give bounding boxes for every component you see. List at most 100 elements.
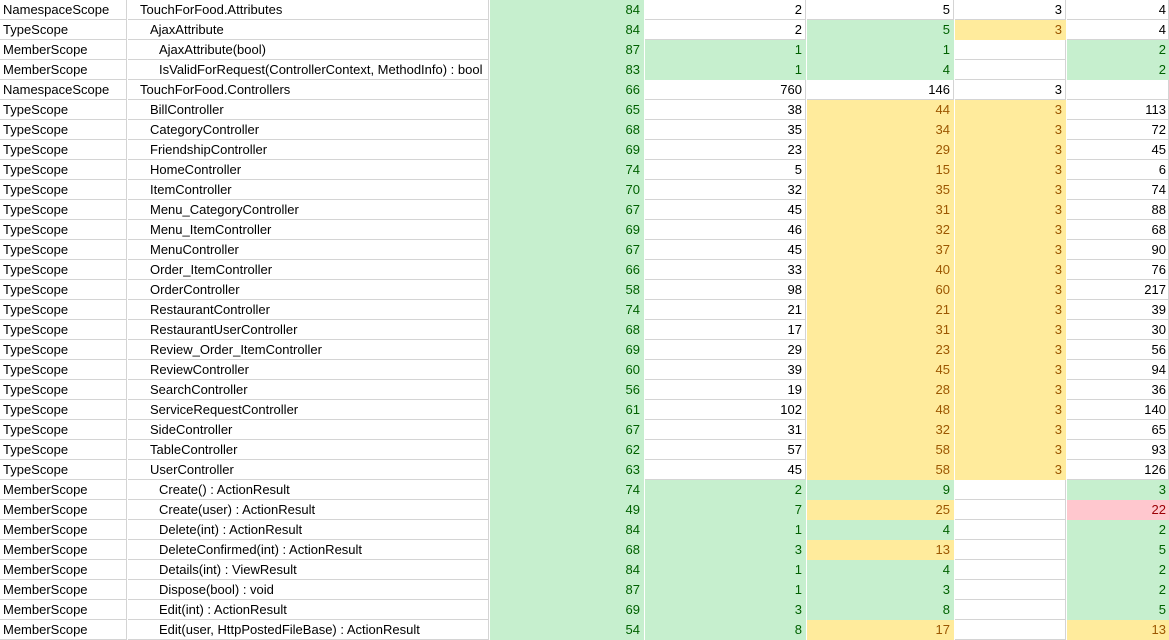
lines-of-code-cell[interactable]: 2	[1067, 60, 1169, 80]
cyclomatic-complexity-cell[interactable]: 29	[645, 340, 806, 360]
scope-cell[interactable]: TypeScope	[0, 240, 127, 260]
member-name-cell[interactable]: Dispose(bool) : void	[128, 580, 489, 600]
scope-cell[interactable]: TypeScope	[0, 400, 127, 420]
maintainability-index-cell[interactable]: 68	[490, 540, 644, 560]
depth-of-inheritance-cell[interactable]: 3	[955, 100, 1066, 120]
scope-cell[interactable]: TypeScope	[0, 140, 127, 160]
scope-cell[interactable]: MemberScope	[0, 600, 127, 620]
lines-of-code-cell[interactable]: 4	[1067, 0, 1169, 20]
cyclomatic-complexity-cell[interactable]: 57	[645, 440, 806, 460]
cyclomatic-complexity-cell[interactable]: 98	[645, 280, 806, 300]
scope-cell[interactable]: TypeScope	[0, 180, 127, 200]
depth-of-inheritance-cell[interactable]: 3	[955, 360, 1066, 380]
depth-of-inheritance-cell[interactable]	[955, 620, 1066, 640]
maintainability-index-cell[interactable]: 67	[490, 420, 644, 440]
lines-of-code-cell[interactable]: 22	[1067, 500, 1169, 520]
maintainability-index-cell[interactable]: 87	[490, 580, 644, 600]
member-name-cell[interactable]: RestaurantController	[128, 300, 489, 320]
member-name-cell[interactable]: MenuController	[128, 240, 489, 260]
cyclomatic-complexity-cell[interactable]: 7	[645, 500, 806, 520]
cyclomatic-complexity-cell[interactable]: 33	[645, 260, 806, 280]
member-name-cell[interactable]: SideController	[128, 420, 489, 440]
scope-cell[interactable]: NamespaceScope	[0, 0, 127, 20]
class-coupling-cell[interactable]: 37	[807, 240, 954, 260]
member-name-cell[interactable]: Review_Order_ItemController	[128, 340, 489, 360]
cyclomatic-complexity-cell[interactable]: 1	[645, 580, 806, 600]
depth-of-inheritance-cell[interactable]: 3	[955, 440, 1066, 460]
cyclomatic-complexity-cell[interactable]: 3	[645, 540, 806, 560]
maintainability-index-cell[interactable]: 49	[490, 500, 644, 520]
cyclomatic-complexity-cell[interactable]: 45	[645, 460, 806, 480]
scope-cell[interactable]: TypeScope	[0, 340, 127, 360]
depth-of-inheritance-cell[interactable]: 3	[955, 400, 1066, 420]
member-name-cell[interactable]: TouchForFood.Controllers	[128, 80, 489, 100]
depth-of-inheritance-cell[interactable]	[955, 560, 1066, 580]
class-coupling-cell[interactable]: 8	[807, 600, 954, 620]
scope-cell[interactable]: TypeScope	[0, 120, 127, 140]
maintainability-index-cell[interactable]: 84	[490, 0, 644, 20]
depth-of-inheritance-cell[interactable]: 3	[955, 340, 1066, 360]
class-coupling-cell[interactable]: 15	[807, 160, 954, 180]
class-coupling-cell[interactable]: 32	[807, 220, 954, 240]
cyclomatic-complexity-cell[interactable]: 1	[645, 520, 806, 540]
class-coupling-cell[interactable]: 35	[807, 180, 954, 200]
cyclomatic-complexity-cell[interactable]: 2	[645, 0, 806, 20]
lines-of-code-cell[interactable]: 88	[1067, 200, 1169, 220]
lines-of-code-cell[interactable]: 5	[1067, 540, 1169, 560]
depth-of-inheritance-cell[interactable]	[955, 600, 1066, 620]
class-coupling-cell[interactable]: 31	[807, 320, 954, 340]
depth-of-inheritance-cell[interactable]: 3	[955, 160, 1066, 180]
lines-of-code-cell[interactable]: 6	[1067, 160, 1169, 180]
cyclomatic-complexity-cell[interactable]: 31	[645, 420, 806, 440]
lines-of-code-cell[interactable]: 90	[1067, 240, 1169, 260]
class-coupling-cell[interactable]: 3	[807, 580, 954, 600]
depth-of-inheritance-cell[interactable]: 3	[955, 80, 1066, 100]
maintainability-index-cell[interactable]: 84	[490, 20, 644, 40]
member-name-cell[interactable]: FriendshipController	[128, 140, 489, 160]
member-name-cell[interactable]: RestaurantUserController	[128, 320, 489, 340]
class-coupling-cell[interactable]: 58	[807, 440, 954, 460]
lines-of-code-cell[interactable]: 13	[1067, 620, 1169, 640]
depth-of-inheritance-cell[interactable]	[955, 540, 1066, 560]
lines-of-code-cell[interactable]: 94	[1067, 360, 1169, 380]
lines-of-code-cell[interactable]: 2	[1067, 580, 1169, 600]
member-name-cell[interactable]: ServiceRequestController	[128, 400, 489, 420]
member-name-cell[interactable]: UserController	[128, 460, 489, 480]
class-coupling-cell[interactable]: 13	[807, 540, 954, 560]
member-name-cell[interactable]: Delete(int) : ActionResult	[128, 520, 489, 540]
class-coupling-cell[interactable]: 32	[807, 420, 954, 440]
maintainability-index-cell[interactable]: 60	[490, 360, 644, 380]
lines-of-code-cell[interactable]: 93	[1067, 440, 1169, 460]
class-coupling-cell[interactable]: 40	[807, 260, 954, 280]
cyclomatic-complexity-cell[interactable]: 3	[645, 600, 806, 620]
depth-of-inheritance-cell[interactable]	[955, 500, 1066, 520]
cyclomatic-complexity-cell[interactable]: 1	[645, 60, 806, 80]
scope-cell[interactable]: TypeScope	[0, 260, 127, 280]
depth-of-inheritance-cell[interactable]: 3	[955, 180, 1066, 200]
depth-of-inheritance-cell[interactable]: 3	[955, 20, 1066, 40]
member-name-cell[interactable]: TouchForFood.Attributes	[128, 0, 489, 20]
member-name-cell[interactable]: ReviewController	[128, 360, 489, 380]
scope-cell[interactable]: TypeScope	[0, 300, 127, 320]
lines-of-code-cell[interactable]: 113	[1067, 100, 1169, 120]
lines-of-code-cell[interactable]: 76	[1067, 260, 1169, 280]
member-name-cell[interactable]: Edit(int) : ActionResult	[128, 600, 489, 620]
maintainability-index-cell[interactable]: 69	[490, 600, 644, 620]
lines-of-code-cell[interactable]: 4	[1067, 20, 1169, 40]
cyclomatic-complexity-cell[interactable]: 45	[645, 240, 806, 260]
scope-cell[interactable]: TypeScope	[0, 100, 127, 120]
member-name-cell[interactable]: CategoryController	[128, 120, 489, 140]
lines-of-code-cell[interactable]: 65	[1067, 420, 1169, 440]
cyclomatic-complexity-cell[interactable]: 102	[645, 400, 806, 420]
scope-cell[interactable]: TypeScope	[0, 20, 127, 40]
scope-cell[interactable]: TypeScope	[0, 200, 127, 220]
cyclomatic-complexity-cell[interactable]: 760	[645, 80, 806, 100]
depth-of-inheritance-cell[interactable]	[955, 580, 1066, 600]
cyclomatic-complexity-cell[interactable]: 1	[645, 560, 806, 580]
cyclomatic-complexity-cell[interactable]: 8	[645, 620, 806, 640]
class-coupling-cell[interactable]: 28	[807, 380, 954, 400]
member-name-cell[interactable]: Details(int) : ViewResult	[128, 560, 489, 580]
maintainability-index-cell[interactable]: 67	[490, 240, 644, 260]
scope-cell[interactable]: TypeScope	[0, 220, 127, 240]
depth-of-inheritance-cell[interactable]: 3	[955, 320, 1066, 340]
